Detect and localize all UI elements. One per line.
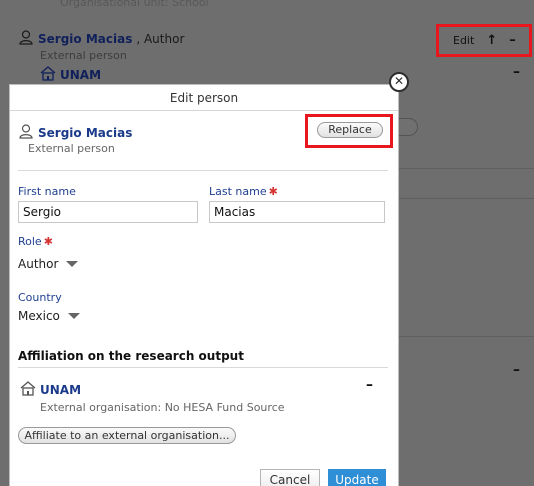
building-icon — [20, 381, 36, 399]
person-icon — [18, 123, 34, 142]
required-marker: ✱ — [268, 185, 278, 198]
role-value: Author — [18, 257, 59, 271]
bg-divider — [399, 336, 534, 337]
country-value: Mexico — [18, 309, 60, 323]
affiliation-org-type: External organisation: No HESA Fund Sour… — [40, 401, 285, 414]
bg-collapse-icon[interactable]: – — [513, 362, 520, 378]
bg-collapse-icon[interactable]: – — [513, 64, 520, 80]
dialog-title: Edit person — [10, 85, 398, 111]
bg-person-name[interactable]: Sergio Macias — [38, 32, 132, 46]
dialog-divider — [18, 170, 388, 171]
dialog-person-type: External person — [28, 142, 115, 155]
edit-person-dialog: Edit person Sergio Macias External perso… — [9, 84, 399, 486]
last-name-input[interactable]: Macias — [209, 201, 385, 223]
first-name-label: First name — [18, 185, 76, 198]
chevron-down-icon — [67, 313, 80, 319]
bg-edit-link[interactable]: Edit — [453, 34, 474, 47]
bg-org-unit-text: Organisational unit: School — [60, 0, 209, 9]
cancel-button[interactable]: Cancel — [260, 469, 320, 486]
country-select[interactable]: Mexico — [18, 305, 80, 327]
chevron-down-icon — [66, 261, 79, 267]
bg-button-edge — [398, 118, 418, 136]
required-marker: ✱ — [43, 235, 53, 248]
last-name-label: Last name ✱ — [209, 185, 278, 198]
close-dialog-icon[interactable]: ✕ — [389, 72, 409, 92]
move-up-icon[interactable]: ↑ — [486, 33, 497, 48]
bg-org-name[interactable]: UNAM — [60, 68, 101, 82]
update-button[interactable]: Update — [328, 469, 386, 486]
affiliation-org-row: UNAM — [20, 381, 81, 399]
building-icon — [40, 66, 56, 84]
role-label: Role ✱ — [18, 235, 53, 248]
affiliation-org-name[interactable]: UNAM — [40, 383, 81, 397]
affiliation-section-title: Affiliation on the research output — [18, 349, 244, 363]
bg-divider — [399, 168, 534, 169]
bg-person-row: Sergio Macias , Author — [18, 29, 184, 48]
role-select[interactable]: Author — [18, 253, 79, 275]
dialog-person-name[interactable]: Sergio Macias — [38, 126, 132, 140]
country-label: Country — [18, 291, 62, 304]
bg-actions-highlight: Edit ↑ – — [436, 24, 532, 57]
replace-button[interactable]: Replace — [317, 122, 383, 138]
dialog-person-row: Sergio Macias — [18, 123, 132, 142]
affiliate-external-org-button[interactable]: Affiliate to an external organisation... — [18, 427, 236, 444]
dialog-divider — [18, 367, 388, 368]
remove-icon[interactable]: – — [509, 33, 516, 48]
person-icon — [18, 29, 34, 48]
first-name-input[interactable]: Sergio — [18, 201, 198, 223]
bg-person-type: External person — [40, 49, 127, 62]
remove-affiliation-icon[interactable]: – — [366, 377, 373, 393]
bg-person-role: , Author — [136, 31, 185, 46]
bg-divider — [399, 198, 534, 199]
bg-org-row: UNAM — [40, 66, 101, 84]
